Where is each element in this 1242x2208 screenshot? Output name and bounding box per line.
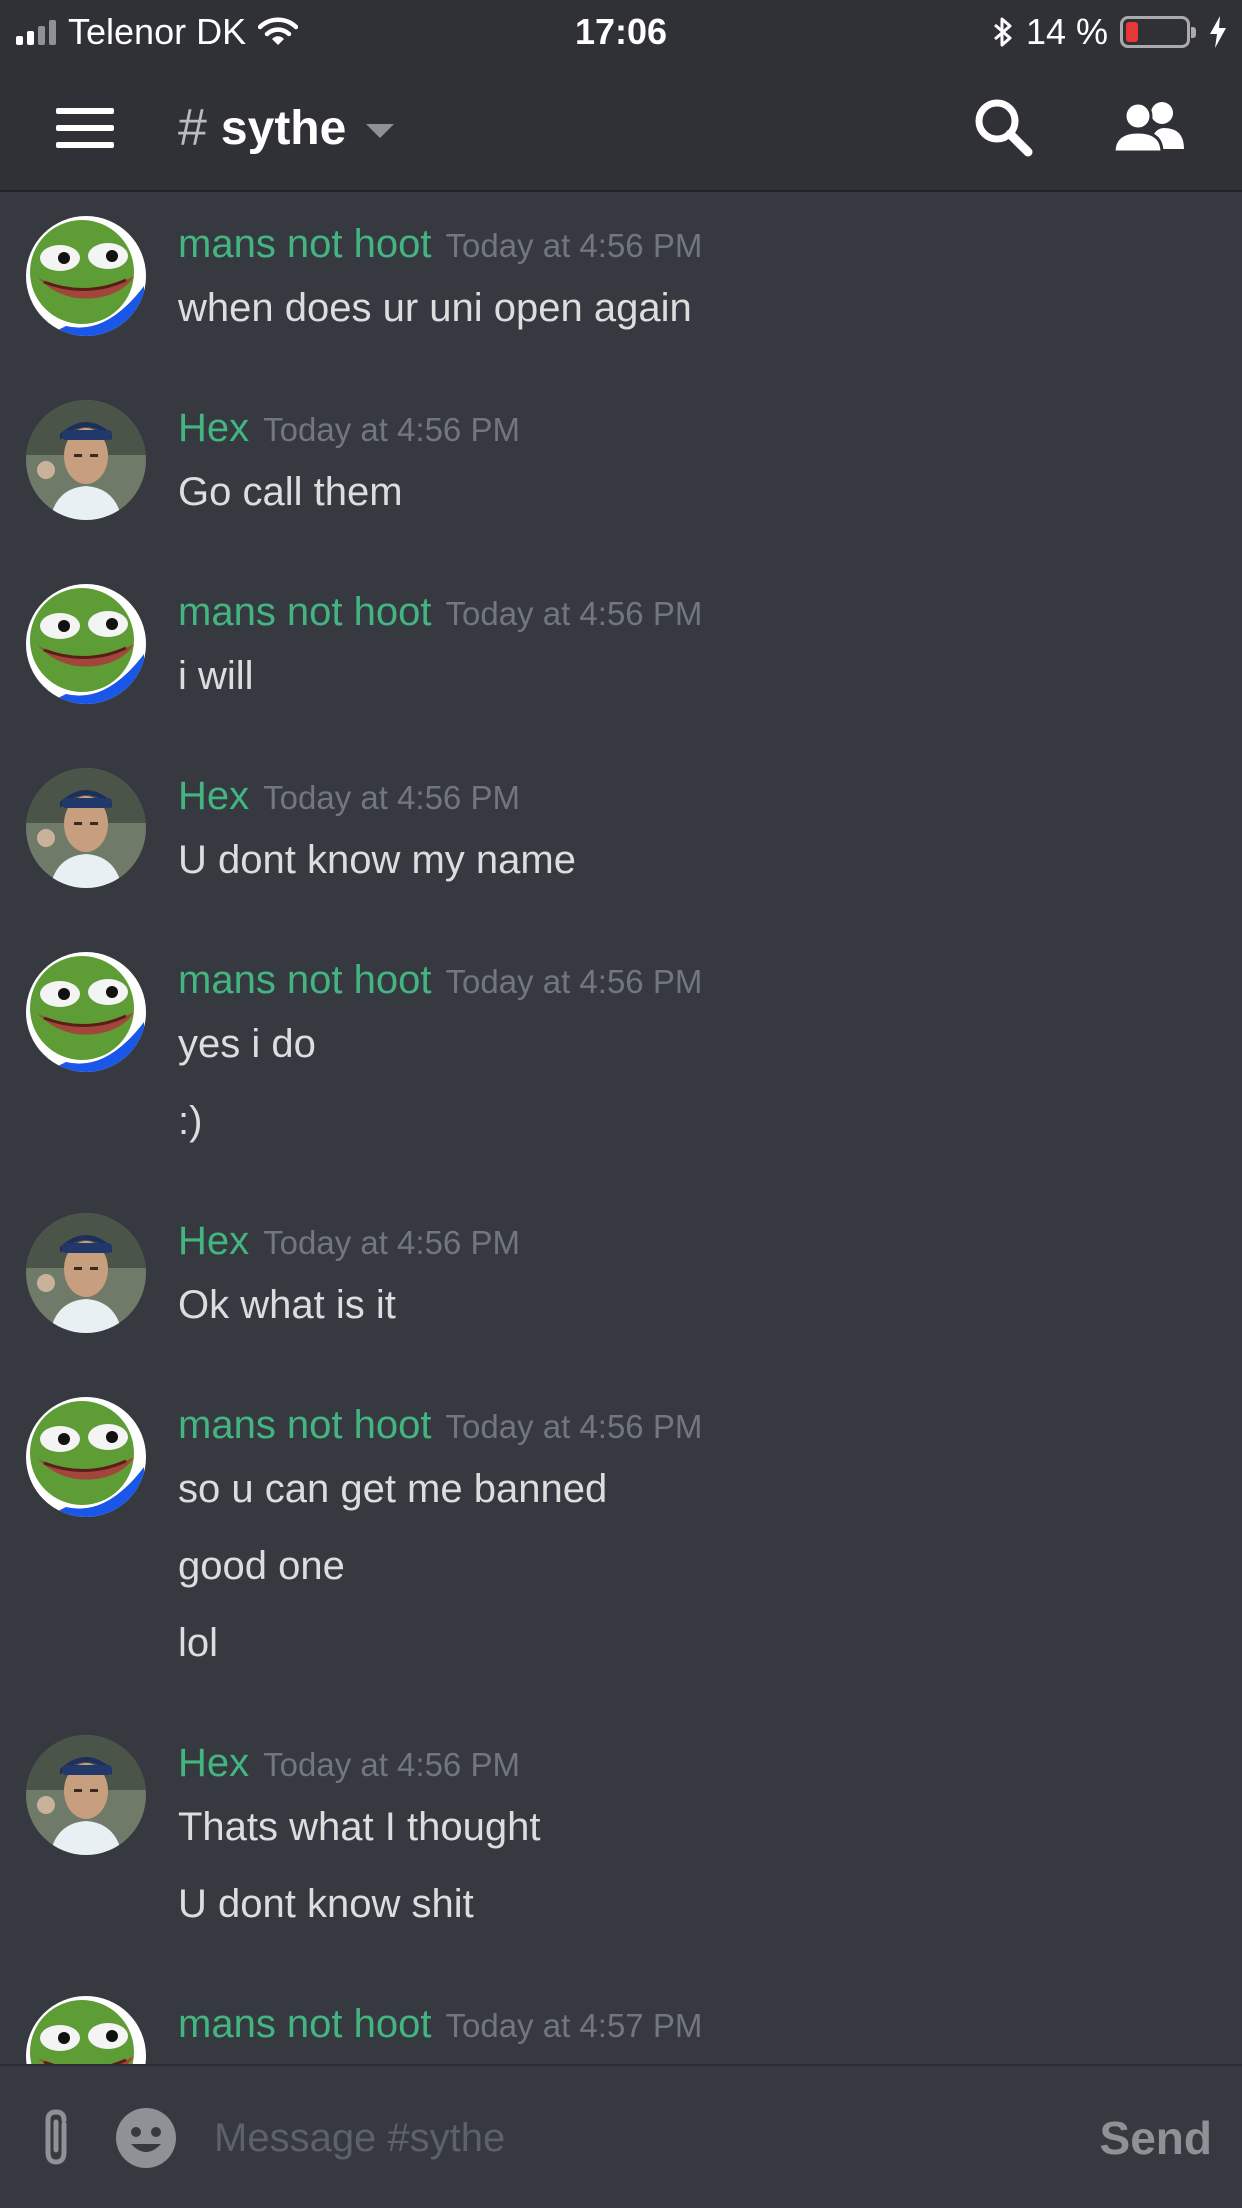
message-text: Go call them xyxy=(178,470,403,514)
timestamp: Today at 4:56 PM xyxy=(445,1408,703,1445)
message-text: when does ur uni open again xyxy=(178,286,692,330)
message-header: Hex Today at 4:56 PM xyxy=(178,1741,520,1795)
message-header: mans not hoot Today at 4:56 PM xyxy=(178,590,702,644)
timestamp: Today at 4:56 PM xyxy=(263,1746,520,1783)
user-photo-avatar[interactable] xyxy=(26,1735,146,1855)
pepe-avatar[interactable] xyxy=(26,1996,146,2064)
message-text: Thats what I thought xyxy=(178,1805,541,1849)
user-photo-avatar[interactable] xyxy=(26,400,146,520)
message-text: good one xyxy=(178,1544,345,1588)
charging-icon xyxy=(1210,16,1226,48)
timestamp: Today at 4:56 PM xyxy=(445,963,703,1000)
pepe-avatar[interactable] xyxy=(26,1397,146,1517)
emoji-icon[interactable] xyxy=(114,2106,178,2170)
battery-icon xyxy=(1120,16,1196,48)
message-header: mans not hoot Today at 4:57 PM xyxy=(178,2002,702,2056)
timestamp: Today at 4:56 PM xyxy=(445,227,703,264)
message-text: i will xyxy=(178,654,254,698)
channel-title-button[interactable]: # sythe xyxy=(178,94,395,162)
pepe-avatar[interactable] xyxy=(26,952,146,1072)
battery-percent: 14 % xyxy=(1025,11,1108,52)
message-header: mans not hoot Today at 4:56 PM xyxy=(178,958,702,1012)
username[interactable]: mans not hoot xyxy=(178,2002,432,2047)
message-composer: Send xyxy=(0,2064,1242,2208)
message-header: mans not hoot Today at 4:56 PM xyxy=(178,222,702,276)
username[interactable]: Hex xyxy=(178,1741,249,1786)
attachment-icon[interactable] xyxy=(34,2106,82,2170)
message-header: Hex Today at 4:56 PM xyxy=(178,406,520,460)
status-right: 14 % xyxy=(992,10,1228,54)
search-icon[interactable] xyxy=(970,94,1038,162)
message-header: Hex Today at 4:56 PM xyxy=(178,1219,520,1273)
user-photo-avatar[interactable] xyxy=(26,1213,146,1333)
channel-name: sythe xyxy=(220,101,347,155)
timestamp: Today at 4:57 PM xyxy=(445,2007,703,2044)
status-bar: Telenor DK 17:06 14 % xyxy=(0,0,1242,64)
timestamp: Today at 4:56 PM xyxy=(263,411,520,448)
timestamp: Today at 4:56 PM xyxy=(263,779,520,816)
message-text: Ok what is it xyxy=(178,1283,396,1327)
message-header: Hex Today at 4:56 PM xyxy=(178,774,520,828)
members-icon[interactable] xyxy=(1112,94,1186,162)
message-text: :) xyxy=(178,1099,203,1143)
channel-header: # sythe xyxy=(0,64,1242,192)
message-list[interactable]: mans not hoot Today at 4:56 PM when does u… xyxy=(0,194,1242,2064)
username[interactable]: mans not hoot xyxy=(178,958,432,1003)
message-input[interactable] xyxy=(214,2102,1034,2174)
pepe-avatar[interactable] xyxy=(26,216,146,336)
message-text: yes i do xyxy=(178,1022,316,1066)
username[interactable]: Hex xyxy=(178,774,249,819)
send-button[interactable]: Send xyxy=(1100,2102,1212,2174)
message-text: U dont know my name xyxy=(178,838,576,882)
username[interactable]: Hex xyxy=(178,406,249,451)
pepe-avatar[interactable] xyxy=(26,584,146,704)
message-header: mans not hoot Today at 4:56 PM xyxy=(178,1403,702,1457)
username[interactable]: Hex xyxy=(178,1219,249,1264)
channel-hash: # xyxy=(178,99,207,157)
user-photo-avatar[interactable] xyxy=(26,768,146,888)
timestamp: Today at 4:56 PM xyxy=(445,595,703,632)
message-text: lol xyxy=(178,1621,219,1665)
bluetooth-icon xyxy=(993,17,1012,47)
username[interactable]: mans not hoot xyxy=(178,222,432,267)
menu-icon[interactable] xyxy=(56,108,114,148)
username[interactable]: mans not hoot xyxy=(178,1403,432,1448)
timestamp: Today at 4:56 PM xyxy=(263,1224,520,1261)
message-text: so u can get me banned xyxy=(178,1467,608,1511)
username[interactable]: mans not hoot xyxy=(178,590,432,635)
message-text: U dont know shit xyxy=(178,1882,474,1926)
chevron-down-icon xyxy=(366,124,395,138)
